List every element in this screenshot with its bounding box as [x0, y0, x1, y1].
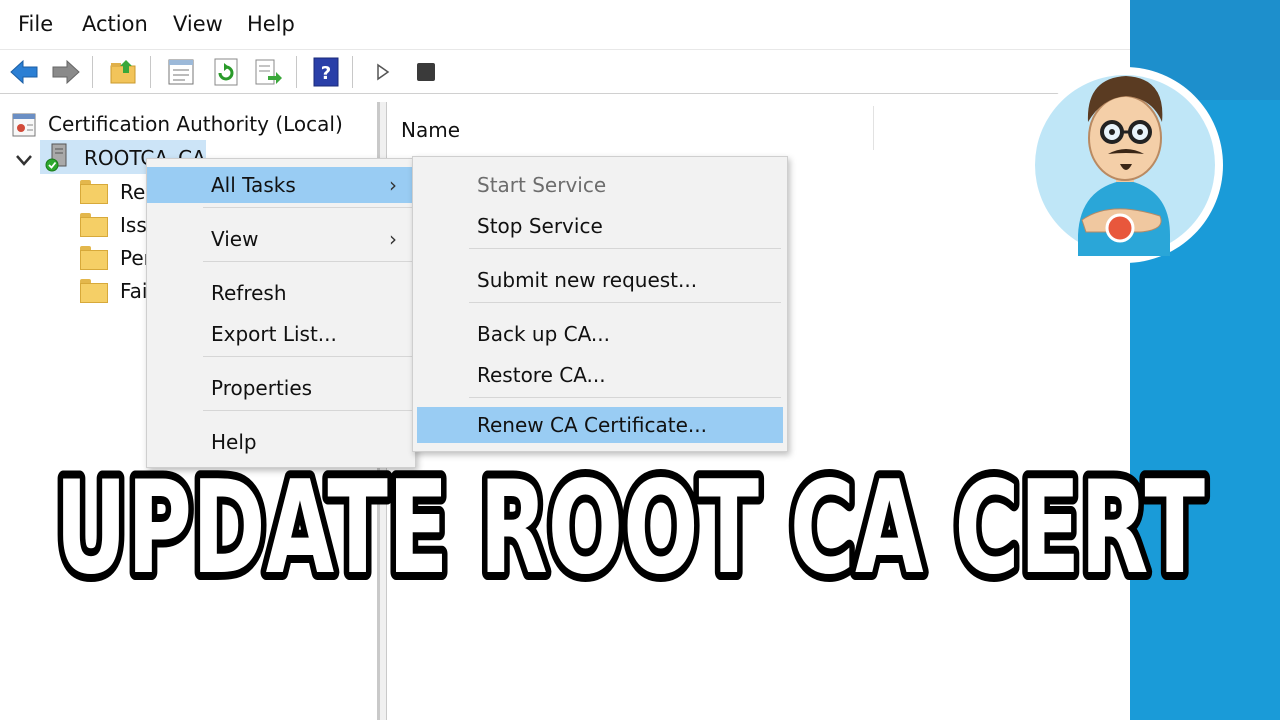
menu-item-label: Start Service: [477, 173, 607, 197]
menu-help[interactable]: Help: [247, 12, 295, 36]
properties-icon[interactable]: [165, 56, 197, 88]
menu-item-properties[interactable]: Properties: [147, 370, 413, 406]
menu-separator: [203, 261, 415, 262]
refresh-icon[interactable]: [210, 56, 242, 88]
menu-action[interactable]: Action: [82, 12, 148, 36]
toolbar-separator: [352, 56, 353, 88]
menu-separator: [203, 356, 415, 357]
certificate-authority-icon: [12, 113, 36, 137]
help-icon[interactable]: ?: [310, 56, 342, 88]
chevron-down-icon[interactable]: [14, 150, 34, 170]
tree-root-label[interactable]: Certification Authority (Local): [48, 112, 343, 136]
menu-file[interactable]: File: [18, 12, 53, 36]
menu-separator: [203, 207, 415, 208]
mmc-window: File Action View Help ? Certification Au…: [0, 0, 1130, 720]
back-arrow-icon[interactable]: [8, 56, 40, 88]
menu-item-renew-ca-certificate[interactable]: Renew CA Certificate...: [417, 407, 783, 443]
menu-item-stop-service[interactable]: Stop Service: [413, 208, 785, 244]
menu-item-label: All Tasks: [211, 173, 296, 197]
menu-separator: [203, 410, 415, 411]
menu-item-backup-ca[interactable]: Back up CA...: [413, 316, 785, 352]
toolbar-separator: [150, 56, 151, 88]
column-divider[interactable]: [873, 106, 874, 150]
chevron-right-icon: ›: [389, 227, 397, 251]
menu-separator: [469, 302, 781, 303]
all-tasks-submenu: Start Service Stop Service Submit new re…: [412, 156, 788, 452]
menu-item-restore-ca[interactable]: Restore CA...: [413, 357, 785, 393]
menu-item-label: Export List...: [211, 322, 337, 346]
menu-item-refresh[interactable]: Refresh: [147, 275, 413, 311]
menu-item-label: Restore CA...: [477, 363, 606, 387]
folder-icon: [80, 279, 108, 303]
banner-text: UPDATE ROOT CA CERT: [55, 454, 1205, 600]
server-icon: [45, 143, 67, 172]
up-folder-icon[interactable]: [108, 56, 140, 88]
menu-item-label: Renew CA Certificate...: [477, 413, 707, 437]
chevron-right-icon: ›: [389, 173, 397, 197]
menu-item-start-service[interactable]: Start Service: [413, 167, 785, 203]
menu-item-label: Stop Service: [477, 214, 603, 238]
menu-item-label: Refresh: [211, 281, 287, 305]
export-icon[interactable]: [252, 56, 284, 88]
tree-child-label[interactable]: Iss: [120, 213, 147, 237]
banner-title: UPDATE ROOT CA CERT: [47, 446, 1213, 600]
stop-icon[interactable]: [410, 56, 442, 88]
toolbar: ?: [0, 50, 1130, 94]
menu-view[interactable]: View: [173, 12, 223, 36]
menu-item-label: Properties: [211, 376, 313, 400]
menu-item-submit-request[interactable]: Submit new request...: [413, 262, 785, 298]
menu-item-label: Submit new request...: [477, 268, 698, 292]
menu-item-view[interactable]: View ›: [147, 221, 413, 257]
menu-item-label: Back up CA...: [477, 322, 611, 346]
menu-bar: File Action View Help: [0, 0, 1130, 50]
column-header-name[interactable]: Name: [401, 118, 460, 142]
folder-icon: [80, 246, 108, 270]
toolbar-separator: [92, 56, 93, 88]
menu-item-export-list[interactable]: Export List...: [147, 316, 413, 352]
menu-item-label: View: [211, 227, 259, 251]
toolbar-separator: [296, 56, 297, 88]
folder-icon: [80, 213, 108, 237]
folder-icon: [80, 180, 108, 204]
svg-text:?: ?: [321, 63, 331, 84]
cartoon-avatar: [1027, 67, 1223, 263]
menu-separator: [469, 248, 781, 249]
tree-child-label[interactable]: Fai: [120, 279, 147, 303]
play-icon[interactable]: [366, 56, 398, 88]
menu-separator: [469, 397, 781, 398]
forward-arrow-icon[interactable]: [50, 56, 82, 88]
context-menu: All Tasks › View › Refresh Export List..…: [146, 158, 416, 468]
menu-item-all-tasks[interactable]: All Tasks ›: [147, 167, 413, 203]
